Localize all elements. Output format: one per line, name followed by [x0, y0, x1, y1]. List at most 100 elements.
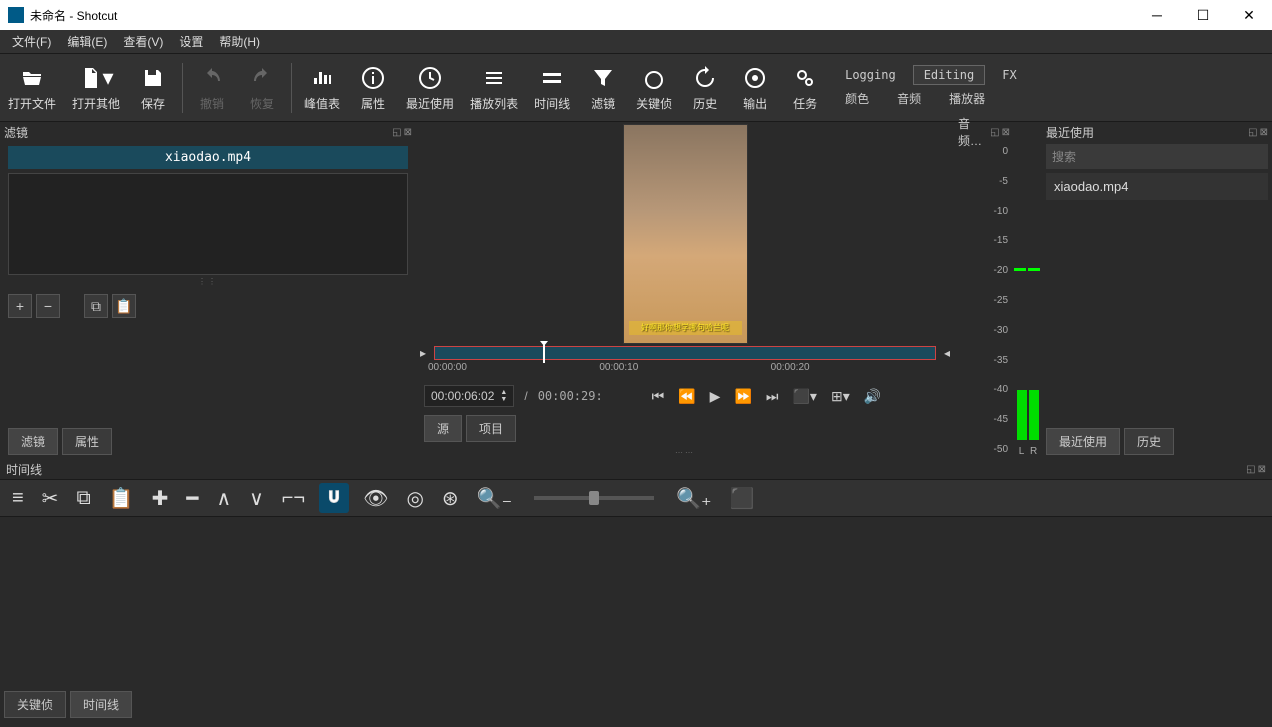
tab-history[interactable]: 历史 — [1124, 428, 1174, 455]
mode-player[interactable]: 播放器 — [938, 87, 996, 110]
window-title: 未命名 - Shotcut — [30, 7, 1134, 24]
list-icon — [482, 63, 506, 93]
close-panel-icon[interactable]: ⊠ — [404, 127, 412, 138]
recent-title: 最近使用 — [1046, 124, 1094, 141]
close-button[interactable]: ✕ — [1226, 0, 1272, 30]
folder-open-icon — [20, 63, 44, 93]
meter-icon — [310, 63, 334, 93]
recent-button[interactable]: 最近使用 — [398, 56, 462, 120]
menubar: 文件(F) 编辑(E) 查看(V) 设置 帮助(H) — [0, 30, 1272, 54]
filters-panel: 滤镜 ◱⊠ xiaodao.mp4 ⋮⋮ + − ⧉ 📋 滤镜 属性 — [0, 122, 416, 459]
keyframes-button[interactable]: 关键侦 — [628, 56, 680, 120]
ripple-all-button[interactable]: ⊛ — [438, 482, 463, 515]
resize-handle[interactable]: ⋮⋮ — [0, 275, 416, 288]
tab-project[interactable]: 项目 — [466, 415, 516, 442]
timecode-input[interactable]: 00:00:06:02 ▲▼ — [424, 385, 514, 407]
redo-button[interactable]: 恢复 — [237, 56, 287, 120]
lift-button[interactable]: ∧ — [212, 482, 235, 515]
scrub-button[interactable]: 👁 — [359, 482, 392, 515]
tab-properties[interactable]: 属性 — [62, 428, 112, 455]
zoom-out-button[interactable]: 🔍₋ — [473, 482, 516, 515]
playlist-button[interactable]: 播放列表 — [462, 56, 526, 120]
snap-button[interactable] — [319, 483, 349, 513]
skip-start-button[interactable]: ⏮ — [650, 386, 667, 407]
play-button[interactable]: ▶ — [708, 386, 723, 407]
undock-icon[interactable]: ◱ — [990, 127, 999, 138]
undock-icon[interactable]: ◱ — [392, 127, 401, 138]
rewind-button[interactable]: ⏪ — [676, 386, 697, 407]
zoom-fit-timeline-button[interactable]: ⬛ — [726, 482, 759, 515]
timeline-toolbar: ≡ ✂ ⧉ 📋 ✚ ━ ∧ ∨ ⌐¬ 👁 ◎ ⊛ 🔍₋ 🔍₊ ⬛ — [0, 479, 1272, 517]
menu-view[interactable]: 查看(V) — [115, 30, 171, 53]
scrubber[interactable]: ▸◂ 00:00:00 00:00:10 00:00:20 — [416, 346, 954, 381]
tab-source[interactable]: 源 — [424, 415, 462, 442]
remove-filter-button[interactable]: − — [36, 294, 60, 318]
remove-button[interactable]: ━ — [182, 482, 202, 515]
cut-button[interactable]: ✂ — [38, 482, 63, 515]
export-button[interactable]: 输出 — [730, 56, 780, 120]
tab-recent[interactable]: 最近使用 — [1046, 428, 1120, 455]
volume-button[interactable]: 🔊 — [862, 386, 883, 407]
skip-end-button[interactable]: ⏭ — [764, 386, 781, 407]
disc-icon — [743, 63, 767, 93]
save-icon — [141, 63, 165, 93]
mode-logging[interactable]: Logging — [834, 65, 907, 85]
mode-audio[interactable]: 音频 — [886, 87, 932, 110]
properties-button[interactable]: 属性 — [348, 56, 398, 120]
mode-fx[interactable]: FX — [991, 65, 1027, 85]
history-button[interactable]: 历史 — [680, 56, 730, 120]
gears-icon — [793, 63, 817, 93]
overwrite-button[interactable]: ∨ — [245, 482, 268, 515]
clock-icon — [418, 63, 442, 93]
copy-button[interactable]: ⧉ — [72, 483, 94, 514]
peak-meter-button[interactable]: 峰值表 — [296, 56, 348, 120]
zoom-fit-button[interactable]: ⬛▾ — [791, 386, 819, 407]
undock-icon[interactable]: ◱ — [1248, 127, 1257, 138]
add-filter-button[interactable]: + — [8, 294, 32, 318]
minimize-button[interactable]: ─ — [1134, 0, 1180, 30]
fast-forward-button[interactable]: ⏩ — [732, 386, 753, 407]
append-button[interactable]: ✚ — [148, 482, 173, 515]
open-other-button[interactable]: ▾ 打开其他 — [64, 56, 128, 120]
titlebar: 未命名 - Shotcut ─ ☐ ✕ — [0, 0, 1272, 30]
open-file-button[interactable]: 打开文件 — [0, 56, 64, 120]
menu-edit[interactable]: 编辑(E) — [59, 30, 115, 53]
copy-filter-button[interactable]: ⧉ — [84, 294, 108, 318]
split-button[interactable]: ⌐¬ — [278, 483, 309, 514]
timeline-tracks[interactable] — [0, 517, 1272, 687]
paste-button[interactable]: 📋 — [105, 482, 138, 515]
filters-button[interactable]: 滤镜 — [578, 56, 628, 120]
resize-handle-center[interactable]: ⋯⋯ — [416, 446, 954, 459]
duration-label: 00:00:29: — [538, 389, 603, 403]
menu-settings[interactable]: 设置 — [171, 30, 211, 53]
audio-meter-panel: 音频… ◱⊠ 0 -5 -10 -15 -20 -25 -30 -35 -40 … — [954, 122, 1014, 459]
menu-help[interactable]: 帮助(H) — [211, 30, 268, 53]
search-input[interactable]: 搜索 — [1046, 144, 1268, 169]
tab-timeline-bottom[interactable]: 时间线 — [70, 691, 132, 718]
close-panel-icon[interactable]: ⊠ — [1260, 127, 1268, 138]
timeline-header: 时间线 ◱⊠ — [0, 459, 1272, 479]
undo-button[interactable]: 撤销 — [187, 56, 237, 120]
grid-button[interactable]: ⊞▾ — [829, 386, 852, 407]
save-button[interactable]: 保存 — [128, 56, 178, 120]
video-preview[interactable]: 好啊那你想学哪句哈兰呢 — [416, 122, 954, 346]
mode-color[interactable]: 颜色 — [834, 87, 880, 110]
zoom-slider[interactable] — [534, 496, 654, 500]
timeline-button[interactable]: 时间线 — [526, 56, 578, 120]
undock-icon[interactable]: ◱ — [1246, 464, 1255, 475]
zoom-in-button[interactable]: 🔍₊ — [672, 482, 715, 515]
jobs-button[interactable]: 任务 — [780, 56, 830, 120]
menu-file[interactable]: 文件(F) — [4, 30, 59, 53]
mode-editing[interactable]: Editing — [913, 65, 986, 85]
ripple-button[interactable]: ◎ — [402, 482, 427, 515]
tab-keyframes-bottom[interactable]: 关键侦 — [4, 691, 66, 718]
close-panel-icon[interactable]: ⊠ — [1258, 464, 1266, 475]
selected-clip[interactable]: xiaodao.mp4 — [8, 146, 408, 169]
close-panel-icon[interactable]: ⊠ — [1002, 127, 1010, 138]
recent-item[interactable]: xiaodao.mp4 — [1046, 173, 1268, 200]
timeline-menu-button[interactable]: ≡ — [8, 483, 28, 514]
meter-scale: 0 -5 -10 -15 -20 -25 -30 -35 -40 -45 -50 — [954, 142, 1014, 459]
maximize-button[interactable]: ☐ — [1180, 0, 1226, 30]
paste-filter-button[interactable]: 📋 — [112, 294, 136, 318]
tab-filters[interactable]: 滤镜 — [8, 428, 58, 455]
